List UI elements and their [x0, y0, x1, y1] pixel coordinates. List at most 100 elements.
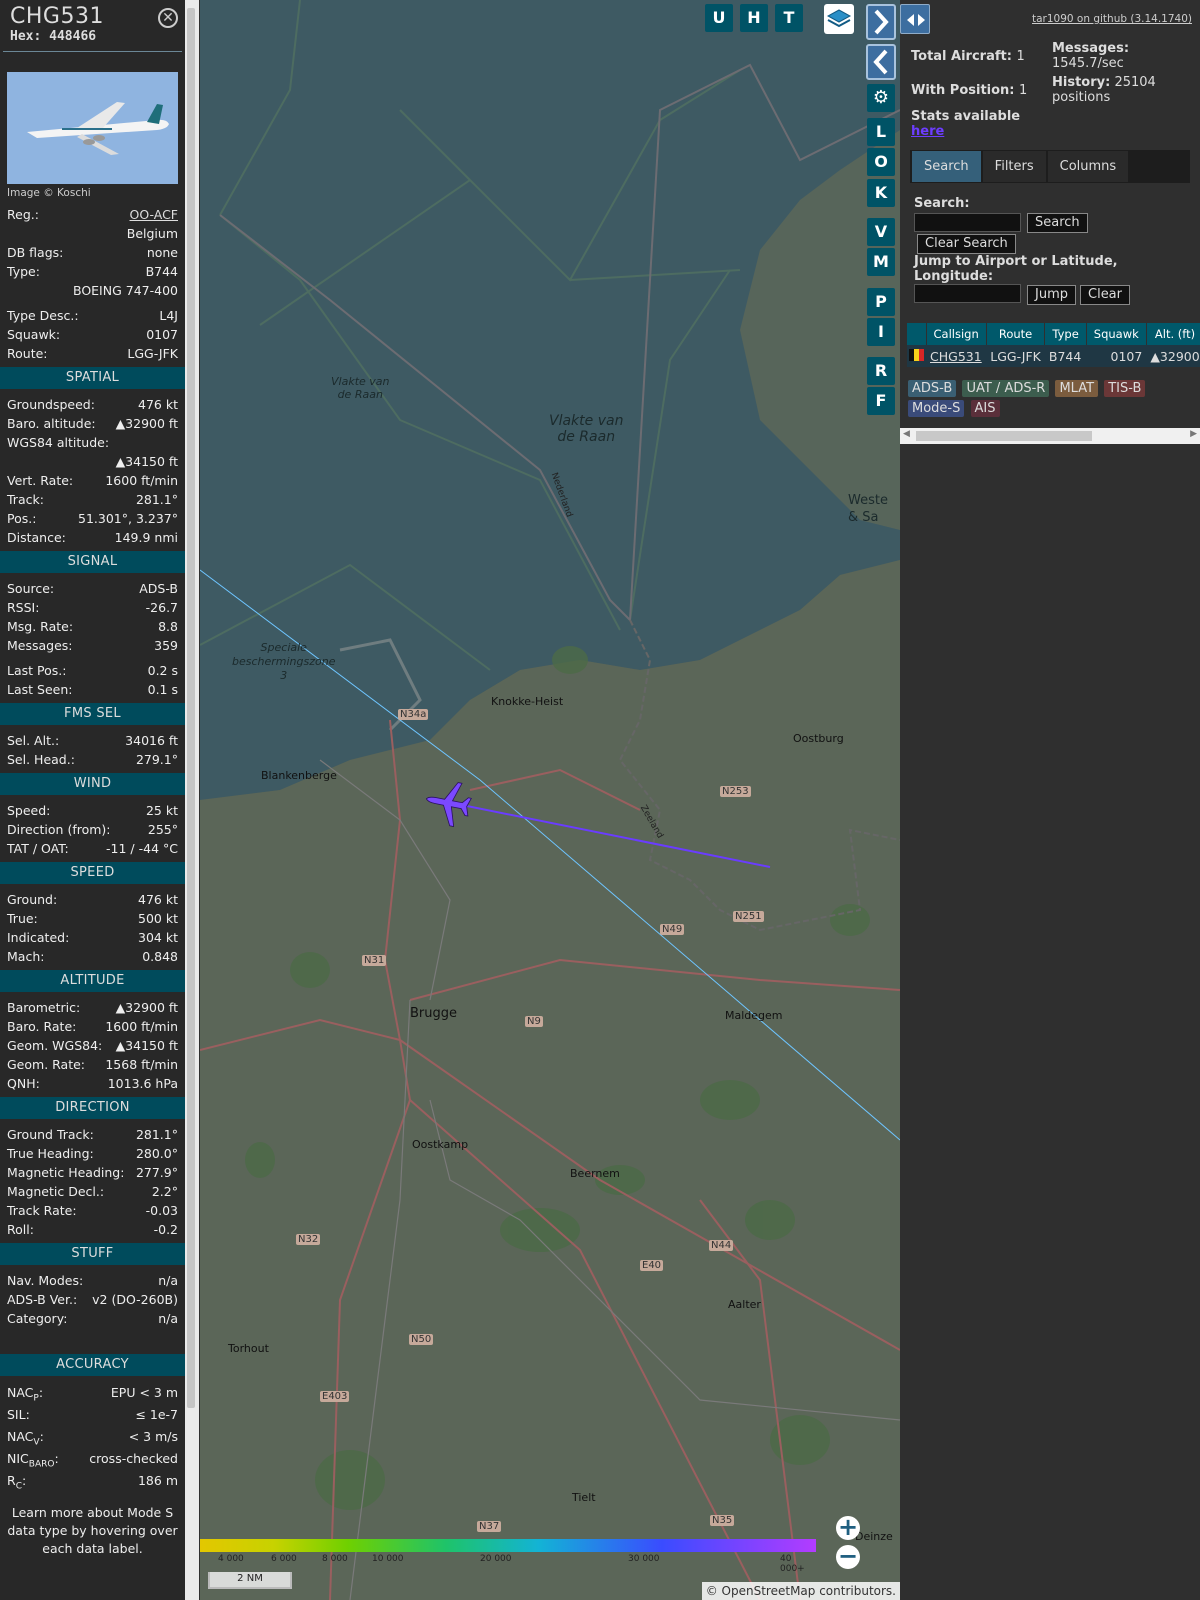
place-oostburg: Oostburg — [793, 732, 844, 745]
map-scale-line: 2 NM — [208, 1572, 292, 1589]
true-speed-label: True: — [7, 911, 38, 926]
road-n9: N9 — [525, 1016, 543, 1027]
button-t[interactable]: T — [775, 4, 803, 32]
col-callsign[interactable]: Callsign — [926, 323, 987, 345]
jump-input[interactable] — [914, 284, 1021, 303]
last-seen-row: Last Seen: 0.1 s — [0, 680, 185, 699]
col-route[interactable]: Route — [986, 323, 1046, 345]
place-maldegem: Maldegem — [725, 1009, 783, 1022]
col-type[interactable]: Type — [1044, 323, 1087, 345]
search-button[interactable]: Search — [1027, 213, 1088, 233]
button-i[interactable]: I — [867, 318, 895, 346]
row-squawk: 0107 — [1086, 345, 1147, 367]
map-view[interactable]: Knokke-Heist Blankenberge Oostburg Brugg… — [200, 0, 900, 1600]
place-torhout: Torhout — [228, 1342, 269, 1355]
map-attribution[interactable]: © OpenStreetMap contributors. — [701, 1582, 900, 1600]
button-h[interactable]: H — [740, 4, 768, 32]
col-squawk[interactable]: Squawk — [1086, 323, 1147, 345]
github-link[interactable]: tar1090 on github (3.14.1740) — [1032, 13, 1192, 25]
close-icon[interactable]: ✕ — [158, 8, 178, 28]
tat-row: TAT / OAT: -11 / -44 °C — [0, 839, 185, 858]
barometric-row: Barometric: ▲32900 ft — [0, 998, 185, 1017]
with-position-value: 1 — [1019, 83, 1028, 98]
clear-search-button[interactable]: Clear Search — [917, 234, 1016, 254]
search-label: Search: — [914, 196, 970, 211]
rc-label: RC: — [7, 1473, 27, 1492]
button-v[interactable]: V — [867, 218, 895, 246]
nacp-value: EPU < 3 m — [110, 1385, 178, 1400]
tab-filters[interactable]: Filters — [982, 151, 1046, 182]
registration-link[interactable]: OO-ACF — [129, 205, 178, 224]
collapse-panel-button[interactable] — [866, 44, 896, 80]
baro-rate-row: Baro. Rate: 1600 ft/min — [0, 1017, 185, 1036]
tab-columns[interactable]: Columns — [1047, 151, 1129, 182]
rssi-value: -26.7 — [145, 600, 178, 615]
roll-value: -0.2 — [153, 1222, 178, 1237]
info-scrollbar[interactable] — [185, 0, 199, 1600]
scroll-left-icon[interactable]: ◀ — [903, 429, 910, 439]
jump-button[interactable]: Jump — [1027, 285, 1076, 305]
sel-head-row: Sel. Head.: 279.1° — [0, 750, 185, 769]
true-speed-row: True: 500 kt — [0, 909, 185, 928]
info-scrollbar-thumb[interactable] — [187, 8, 195, 1408]
legend-ais: AIS — [970, 400, 1000, 417]
position-value: 51.301°, 3.237° — [78, 511, 178, 526]
search-input[interactable] — [914, 213, 1021, 232]
messages-stat: Messages: 1545.7/sec — [1052, 41, 1129, 71]
button-k[interactable]: K — [867, 179, 895, 207]
stats-link[interactable]: here — [911, 124, 944, 139]
scroll-right-icon[interactable]: ▶ — [1190, 429, 1197, 439]
button-u[interactable]: U — [705, 4, 733, 32]
dbflags-row: DB flags: none — [0, 243, 185, 262]
layers-button[interactable] — [824, 4, 854, 34]
aircraft-photo[interactable] — [7, 72, 178, 184]
ground-speed-value: 476 kt — [138, 892, 178, 907]
messages-row: Messages: 359 — [0, 636, 185, 655]
roll-row: Roll: -0.2 — [0, 1220, 185, 1239]
qnh-row: QNH: 1013.6 hPa — [0, 1074, 185, 1093]
vert-rate-label: Vert. Rate: — [7, 473, 74, 488]
button-m[interactable]: M — [867, 248, 895, 276]
section-direction: DIRECTION — [0, 1097, 185, 1119]
button-l[interactable]: L — [867, 118, 895, 146]
table-scrollbar-thumb[interactable] — [916, 431, 1092, 441]
wgs-altitude-value: ▲34150 ft — [115, 454, 178, 469]
zoom-in-button[interactable]: + — [836, 1515, 860, 1540]
squawk-row: Squawk: 0107 — [0, 325, 185, 344]
section-wind: WIND — [0, 773, 185, 795]
button-p[interactable]: P — [867, 288, 895, 316]
button-r[interactable]: R — [867, 357, 895, 385]
source-legend: ADS-B UAT / ADS-R MLAT TIS-B Mode-S AIS — [908, 380, 1188, 420]
button-o[interactable]: O — [867, 148, 895, 176]
button-f[interactable]: F — [867, 387, 895, 415]
altitude-scale-ticks: 4 000 6 000 8 000 10 000 20 000 30 000 4… — [200, 1554, 816, 1574]
nacv-row: NACV: < 3 m/s — [0, 1426, 185, 1448]
nav-modes-row: Nav. Modes: n/a — [0, 1271, 185, 1290]
settings-button[interactable]: ⚙ — [867, 84, 895, 112]
category-value: n/a — [158, 1311, 178, 1326]
type-value: B744 — [145, 264, 178, 279]
mach-value: 0.848 — [142, 949, 178, 964]
table-header: Callsign Route Type Squawk Alt. (ft) S — [907, 323, 1200, 345]
alt-tick-4000: 4 000 — [218, 1554, 244, 1564]
section-spatial: SPATIAL — [0, 367, 185, 389]
table-row[interactable]: CHG531 LGG-JFK B744 0107 ▲32900 — [907, 345, 1200, 367]
indicated-speed-label: Indicated: — [7, 930, 70, 945]
tab-search[interactable]: Search — [912, 151, 981, 182]
toggle-sidebar-button[interactable] — [900, 4, 930, 34]
vert-rate-row: Vert. Rate: 1600 ft/min — [0, 471, 185, 490]
zoom-out-button[interactable]: − — [836, 1544, 860, 1569]
row-callsign[interactable]: CHG531 — [926, 345, 987, 367]
expand-panel-button[interactable] — [866, 4, 896, 40]
table-scrollbar[interactable]: ◀ ▶ — [900, 428, 1200, 444]
wind-speed-value: 25 kt — [145, 803, 178, 818]
clear-jump-button[interactable]: Clear — [1080, 285, 1130, 305]
wind-dir-label: Direction (from): — [7, 822, 111, 837]
dbflags-value: none — [146, 245, 178, 260]
col-alt[interactable]: Alt. (ft) — [1146, 323, 1200, 345]
stats-label: Stats available — [911, 109, 1021, 124]
dbflags-label: DB flags: — [7, 245, 64, 260]
wgs-altitude-label: WGS84 altitude: — [7, 435, 110, 450]
last-seen-label: Last Seen: — [7, 682, 73, 697]
jump-label: Jump to Airport or Latitude, Longitude: — [914, 254, 1118, 284]
